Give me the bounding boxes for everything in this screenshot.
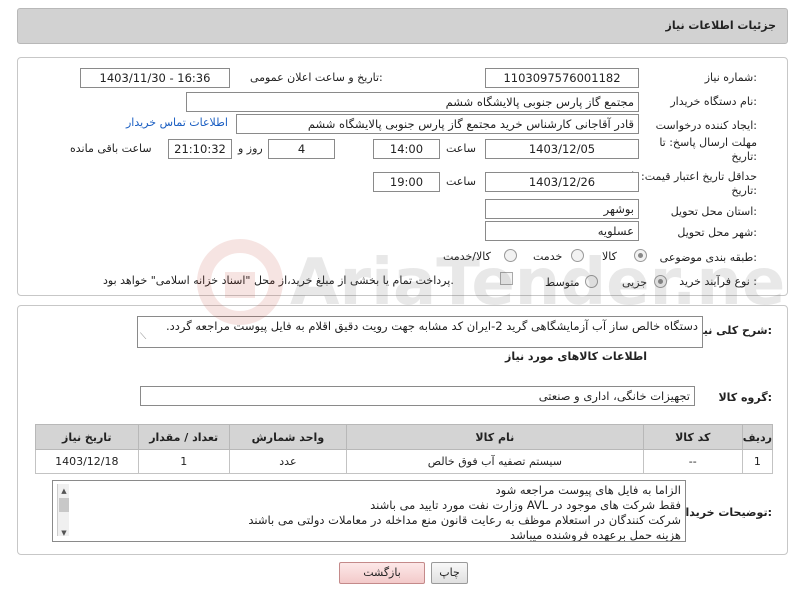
process-medium-radio[interactable] — [585, 275, 598, 288]
cell-name: سیستم تصفیه آب فوق خالص — [345, 449, 644, 474]
validity-date-label: تاریخ: — [731, 184, 757, 197]
days-label: روز و — [238, 142, 263, 155]
page-title: جزئیات اطلاعات نیاز — [665, 19, 777, 32]
remaining-label: ساعت باقی مانده — [70, 142, 152, 155]
category-goods-service-label: کالا/خدمت — [443, 250, 491, 263]
city-field[interactable]: عسلویه — [485, 221, 639, 241]
buyer-note-line: فقط شرکت های موجود در AVL وزارت نفت مورد… — [370, 498, 681, 512]
days-remaining-field[interactable]: 4 — [268, 139, 335, 159]
process-minor-label: جزیی — [622, 276, 648, 289]
back-button[interactable]: بازگشت — [339, 562, 425, 584]
summary-label: شرح کلی نیاز: — [693, 324, 772, 337]
announce-datetime-field[interactable]: 1403/11/30 - 16:36 — [80, 68, 230, 88]
cell-code: -- — [642, 449, 743, 474]
validity-label: حداقل تاریخ اعتبار قیمت: تا — [631, 170, 757, 183]
province-label: استان محل تحویل: — [670, 205, 757, 218]
validity-time-label: ساعت — [446, 175, 476, 188]
resize-grip-icon[interactable]: ⟋ — [140, 330, 146, 345]
treasury-payment-checkbox[interactable] — [500, 272, 513, 285]
process-label: نوع فرآیند خرید : — [679, 275, 757, 288]
deadline-date-field[interactable]: 1403/12/05 — [485, 139, 639, 159]
category-goods-radio[interactable] — [634, 249, 647, 262]
scroll-thumb[interactable] — [59, 498, 69, 512]
announce-label: تاریخ و ساعت اعلان عمومی: — [250, 71, 383, 84]
category-goods-label: کالا — [602, 250, 617, 263]
cell-qty: 1 — [137, 449, 230, 474]
validity-time-field[interactable]: 19:00 — [373, 172, 440, 192]
requester-label: ایجاد کننده درخواست: — [655, 119, 757, 132]
validity-date-field[interactable]: 1403/12/26 — [485, 172, 639, 192]
scroll-up-icon[interactable]: ▲ — [58, 484, 70, 495]
deadline-time-field[interactable]: 14:00 — [373, 139, 440, 159]
deadline-label: مهلت ارسال پاسخ: تا — [659, 136, 757, 149]
need-number-field[interactable]: 1103097576001182 — [485, 68, 639, 88]
buyer-contact-link[interactable]: اطلاعات تماس خریدار — [126, 116, 228, 129]
col-qty: تعداد / مقدار — [137, 424, 230, 450]
table-row[interactable]: 1 -- سیستم تصفیه آب فوق خالص عدد 1 1403/… — [35, 449, 774, 474]
cell-unit: عدد — [228, 449, 347, 474]
notes-scrollbar[interactable]: ▲ ▼ — [57, 484, 70, 537]
category-label: طبقه بندی موضوعی: — [659, 251, 757, 264]
col-row: ردیف — [741, 424, 774, 450]
need-number-label: شماره نیاز: — [704, 71, 757, 84]
col-code: کد کالا — [642, 424, 743, 450]
page-header: جزئیات اطلاعات نیاز — [17, 8, 788, 44]
deadline-date-label: تاریخ: — [731, 150, 757, 163]
buyer-note-line: هزینه حمل برعهده فروشنده میباشد — [510, 528, 681, 542]
goods-panel: شرح کلی نیاز: دستگاه خالص ساز آب آزمایشگ… — [17, 305, 788, 555]
col-unit: واحد شمارش — [228, 424, 347, 450]
category-service-radio[interactable] — [571, 249, 584, 262]
buyer-note-line: شرکت کنندگان در استعلام موظف به رعایت قا… — [248, 513, 681, 527]
col-name: نام کالا — [345, 424, 644, 450]
goods-group-label: گروه کالا: — [718, 391, 772, 404]
goods-table: ردیف کد کالا نام کالا واحد شمارش تعداد /… — [35, 424, 774, 474]
buyer-org-field[interactable]: مجتمع گاز پارس جنوبی پالایشگاه ششم — [186, 92, 639, 112]
summary-text: دستگاه خالص ساز آب آزمایشگاهی گرید 2-ایر… — [166, 319, 698, 333]
deadline-time-label: ساعت — [446, 142, 476, 155]
category-service-label: خدمت — [533, 250, 563, 263]
remaining-time-field[interactable]: 21:10:32 — [168, 139, 232, 159]
buyer-note-line: الزاما به فایل های پیوست مراجعه شود — [495, 483, 681, 497]
goods-table-header: ردیف کد کالا نام کالا واحد شمارش تعداد /… — [35, 424, 774, 450]
need-details-panel: شماره نیاز: 1103097576001182 تاریخ و ساع… — [17, 57, 788, 296]
city-label: شهر محل تحویل: — [677, 226, 757, 239]
province-field[interactable]: بوشهر — [485, 199, 639, 219]
summary-textarea[interactable]: دستگاه خالص ساز آب آزمایشگاهی گرید 2-ایر… — [137, 316, 703, 348]
treasury-payment-note: پرداخت تمام یا بخشی از مبلغ خرید،از محل … — [103, 274, 454, 287]
print-button[interactable]: چاپ — [431, 562, 468, 584]
buyer-org-label: نام دستگاه خریدار: — [670, 95, 757, 108]
col-date: تاریخ نیاز — [35, 424, 139, 450]
requester-field[interactable]: قادر آقاجانی کارشناس خرید مجتمع گاز پارس… — [236, 114, 639, 134]
buyer-notes-textarea[interactable]: الزاما به فایل های پیوست مراجعه شود فقط … — [52, 480, 686, 542]
scroll-down-icon[interactable]: ▼ — [58, 526, 70, 537]
process-minor-radio[interactable] — [654, 275, 667, 288]
process-medium-label: متوسط — [545, 276, 580, 289]
buyer-notes-label: توضیحات خریدار: — [679, 506, 772, 519]
category-goods-service-radio[interactable] — [504, 249, 517, 262]
cell-date: 1403/12/18 — [35, 449, 139, 474]
goods-section-title: اطلاعات کالاهای مورد نیاز — [505, 350, 647, 363]
cell-row: 1 — [741, 449, 774, 474]
goods-group-field[interactable]: تجهیزات خانگی، اداری و صنعتی — [140, 386, 695, 406]
